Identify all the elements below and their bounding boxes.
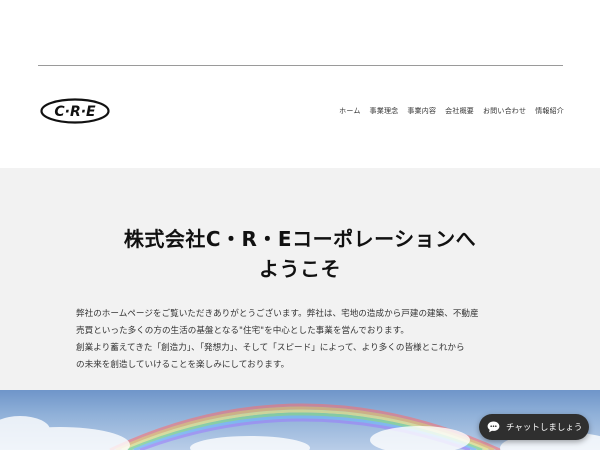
- page-title: 株式会社C・R・Eコーポレーションへ ようこそ: [70, 224, 530, 284]
- message-line: 売買といった多くの方の生活の基盤となる"住宅"を中心とした事業を営んでおります。: [76, 326, 409, 336]
- message-line: の未来を創造していけることを楽しみにしております。: [76, 360, 290, 370]
- nav-item-contact[interactable]: お問い合わせ: [483, 106, 526, 116]
- chat-button[interactable]: チャットしましょう: [479, 414, 589, 440]
- message-line: 弊社のホームページをご覧いただきありがとうございます。弊社は、宅地の造成から戸建…: [76, 309, 479, 319]
- message-line: 創業より蓄えてきた「創造力」、「発想力」、そして「スピード」によって、より多くの…: [76, 343, 465, 353]
- nav-item-company[interactable]: 会社概要: [445, 106, 474, 116]
- site-header: C·R·E ホーム 事業理念 事業内容 会社概要 お問い合わせ 情報紹介: [0, 92, 600, 132]
- main-nav: ホーム 事業理念 事業内容 会社概要 お問い合わせ 情報紹介: [339, 106, 564, 116]
- logo-text: C·R·E: [54, 104, 96, 120]
- nav-item-business[interactable]: 事業内容: [407, 106, 436, 116]
- nav-item-info[interactable]: 情報紹介: [535, 106, 564, 116]
- title-line-1: 株式会社C・R・Eコーポレーションへ: [123, 227, 477, 251]
- welcome-section: 株式会社C・R・Eコーポレーションへ ようこそ 弊社のホームページをご覧いただき…: [0, 168, 600, 390]
- welcome-message: 弊社のホームページをご覧いただきありがとうございます。弊社は、宅地の造成から戸建…: [76, 306, 536, 374]
- chat-label: チャットしましょう: [506, 423, 583, 433]
- title-line-2: ようこそ: [259, 257, 341, 281]
- top-divider: [38, 65, 563, 66]
- company-logo[interactable]: C·R·E: [40, 98, 110, 124]
- nav-item-home[interactable]: ホーム: [339, 106, 360, 116]
- chat-bubble-icon: [487, 421, 500, 433]
- nav-item-philosophy[interactable]: 事業理念: [370, 106, 399, 116]
